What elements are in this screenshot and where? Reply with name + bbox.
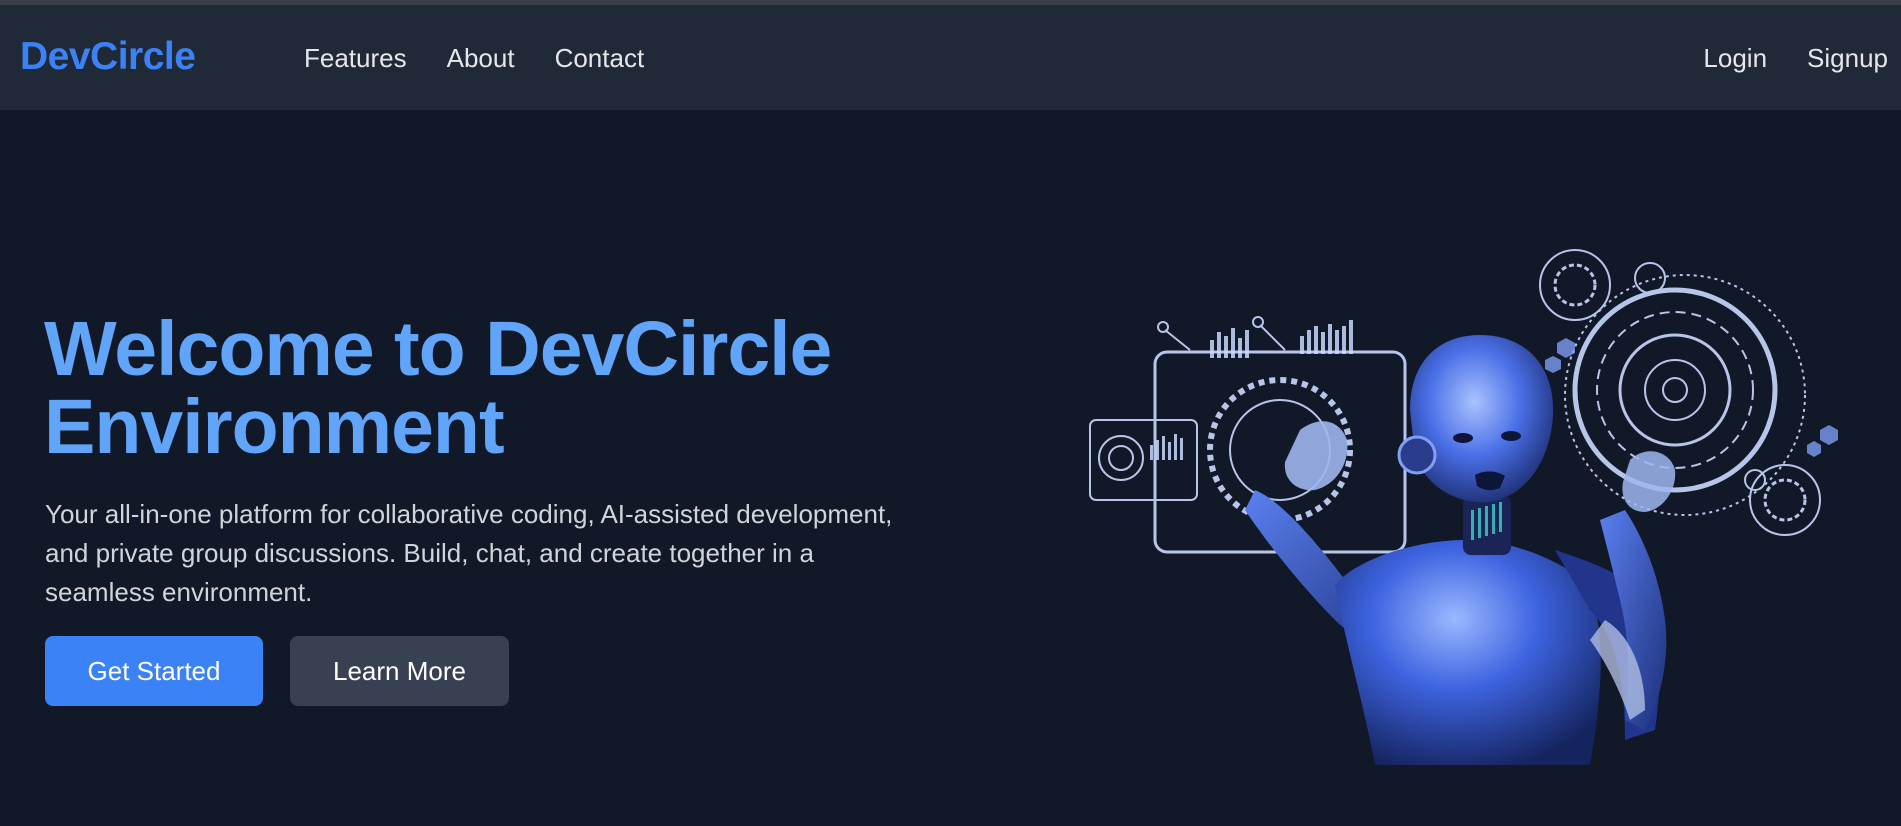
hero-description: Your all-in-one platform for collaborati… — [45, 499, 893, 607]
hero-title: Welcome to DevCircle Environment — [44, 310, 944, 466]
nav-link-about[interactable]: About — [447, 43, 515, 74]
hero-title-line1: Welcome to DevCircle — [44, 306, 832, 392]
signup-link[interactable]: Signup — [1807, 43, 1888, 74]
auth-links: Login Signup — [1703, 43, 1888, 74]
hero-title-line2: Environment — [44, 384, 505, 470]
nav-link-features[interactable]: Features — [304, 43, 407, 74]
brand-logo[interactable]: DevCircle — [20, 35, 196, 79]
login-link[interactable]: Login — [1703, 43, 1767, 74]
get-started-button[interactable]: Get Started — [45, 636, 263, 706]
learn-more-button[interactable]: Learn More — [290, 636, 509, 706]
navbar: DevCircle Features About Contact Login S… — [0, 5, 1901, 110]
nav-links: Features About Contact — [304, 43, 644, 74]
nav-link-contact[interactable]: Contact — [555, 43, 645, 74]
hologram-rings-right — [1539, 249, 1821, 536]
robot-hologram-illustration — [1089, 249, 1838, 765]
robot-figure — [1245, 335, 1676, 765]
